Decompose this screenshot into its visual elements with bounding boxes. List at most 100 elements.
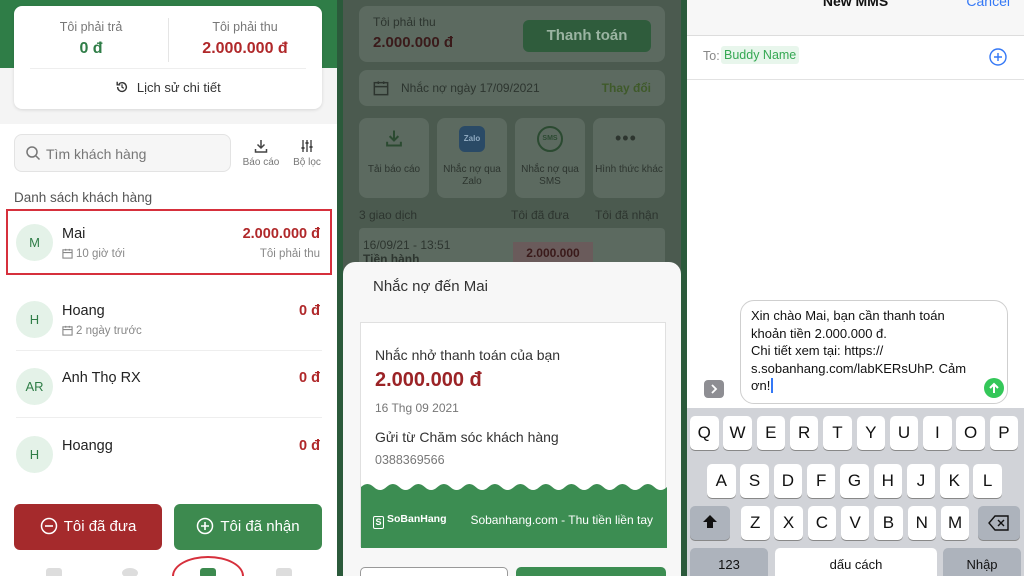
customer-row[interactable]: AR Anh Thọ RX 0 đ — [10, 354, 328, 418]
action-label: Nhắc nợ qua Zalo — [443, 164, 501, 187]
key-d[interactable]: D — [773, 464, 803, 498]
customer-due: 2 ngày trước — [62, 325, 142, 337]
customer-row[interactable]: H Hoang 2 ngày trước 0 đ — [10, 287, 328, 351]
reminder-date-bar: Nhắc nợ ngày 17/09/2021 Thay đổi — [359, 70, 665, 106]
message-input[interactable]: Xin chào Mai, bạn cần thanh toán khoản t… — [740, 300, 1008, 404]
sms-icon: SMS — [537, 126, 563, 152]
backspace-icon — [988, 515, 1009, 531]
key-b[interactable]: B — [874, 506, 903, 540]
primary-button[interactable] — [516, 567, 666, 576]
tab-contacts-icon[interactable] — [122, 568, 138, 576]
highlight-box — [6, 209, 332, 275]
download-report-action[interactable]: Tải báo cáo — [359, 118, 429, 198]
recipient-bar: To: Buddy Name — [687, 36, 1024, 80]
receive-label: Tôi phải thu — [212, 20, 278, 34]
key-m[interactable]: M — [940, 506, 970, 540]
key-u[interactable]: U — [889, 416, 919, 450]
key-c[interactable]: C — [807, 506, 837, 540]
action-label: Hình thức khác — [595, 164, 663, 175]
history-link[interactable]: Lịch sử chi tiết — [14, 80, 322, 95]
zalo-action[interactable]: Zalo Nhắc nợ qua Zalo — [437, 118, 507, 198]
key-f[interactable]: F — [806, 464, 836, 498]
key-w[interactable]: W — [723, 416, 752, 450]
history-label: Lịch sử chi tiết — [136, 80, 221, 95]
key-t[interactable]: T — [823, 416, 852, 450]
key-g[interactable]: G — [840, 464, 869, 498]
reminder-modal: Nhắc nợ đến Mai Nhắc nhở thanh toán của … — [343, 262, 681, 576]
brand-icon: S — [373, 516, 384, 529]
receive-value: 2.000.000 đ — [373, 34, 454, 51]
filter-button[interactable]: Bộ lọc — [286, 138, 328, 168]
key-j[interactable]: J — [906, 464, 936, 498]
tab-settings-icon[interactable] — [276, 568, 292, 576]
key-y[interactable]: Y — [856, 416, 885, 450]
reminder-date: Nhắc nợ ngày 17/09/2021 — [401, 81, 540, 95]
customer-name: Anh Thọ RX — [62, 370, 141, 386]
key-v[interactable]: V — [840, 506, 870, 540]
history-icon — [116, 81, 128, 93]
receive-summary: Tôi phải thu 2.000.000 đ — [168, 20, 322, 58]
key-h[interactable]: H — [873, 464, 902, 498]
key-x[interactable]: X — [774, 506, 803, 540]
shift-key[interactable] — [690, 506, 730, 540]
message-line-last: ơn! — [751, 377, 977, 395]
key-s[interactable]: S — [740, 464, 769, 498]
key-p[interactable]: P — [989, 416, 1019, 450]
key-a[interactable]: A — [707, 464, 736, 498]
key-n[interactable]: N — [907, 506, 936, 540]
receive-value: 2.000.000 đ — [202, 40, 288, 57]
change-link[interactable]: Thay đổi — [602, 81, 651, 95]
other-action[interactable]: ••• Hình thức khác — [593, 118, 665, 198]
report-button[interactable]: Báo cáo — [240, 138, 282, 168]
row-divider — [16, 350, 322, 351]
key-q[interactable]: Q — [690, 416, 719, 450]
delete-key[interactable] — [978, 506, 1020, 540]
customer-row[interactable]: H Hoangg 0 đ — [10, 422, 328, 486]
footer-text: Sobanhang.com - Thu tiền liền tay — [470, 513, 653, 527]
reminder-amount: 2.000.000 đ — [375, 369, 482, 391]
space-key[interactable]: dấu cách — [775, 548, 937, 576]
search-input[interactable]: Tìm khách hàng — [14, 134, 231, 172]
tx-date: 16/09/21 - 13:51 — [363, 238, 451, 252]
col-received: Tôi đã nhận — [595, 208, 659, 222]
pay-button[interactable]: Thanh toán — [523, 20, 651, 52]
search-placeholder: Tìm khách hàng — [46, 146, 147, 162]
avatar: AR — [16, 368, 53, 405]
sms-action[interactable]: SMS Nhắc nợ qua SMS — [515, 118, 585, 198]
sender-phone: 0388369566 — [375, 453, 445, 467]
key-l[interactable]: L — [973, 464, 1002, 498]
expand-apps-button[interactable] — [704, 380, 724, 398]
key-e[interactable]: E — [756, 416, 786, 450]
list-title: Danh sách khách hàng — [14, 190, 153, 205]
recipient-chip[interactable]: Buddy Name — [721, 46, 800, 64]
gave-button[interactable]: Tôi đã đưa — [14, 504, 162, 550]
numbers-key[interactable]: 123 — [690, 548, 768, 576]
return-key[interactable]: Nhập — [943, 548, 1021, 576]
download-icon — [254, 140, 268, 153]
customer-amount: 0 đ — [299, 370, 320, 386]
message-line: ơn! — [751, 378, 771, 393]
row-divider — [16, 417, 322, 418]
key-o[interactable]: O — [956, 416, 985, 450]
key-r[interactable]: R — [789, 416, 819, 450]
key-z[interactable]: Z — [741, 506, 770, 540]
pay-label: Tôi phải trả — [59, 20, 123, 34]
customer-due-text: 2 ngày trước — [76, 325, 142, 337]
key-k[interactable]: K — [940, 464, 969, 498]
send-button[interactable] — [984, 378, 1004, 398]
cancel-button[interactable]: Cancel — [966, 0, 1010, 9]
text-cursor — [771, 378, 773, 393]
add-contact-icon[interactable] — [988, 47, 1008, 67]
message-line: khoản tiền 2.000.000 đ. — [751, 325, 887, 341]
secondary-button[interactable] — [360, 567, 508, 576]
shift-icon — [703, 515, 717, 528]
tab-home-icon[interactable] — [46, 568, 62, 576]
calendar-icon — [62, 325, 73, 336]
customer-name: Hoang — [62, 303, 105, 319]
key-i[interactable]: I — [923, 416, 952, 450]
customer-amount: 0 đ — [299, 303, 320, 319]
message-line: Xin chào Mai, bạn cần thanh toán — [751, 308, 945, 323]
more-icon: ••• — [615, 128, 637, 148]
avatar: H — [16, 436, 53, 473]
received-button[interactable]: Tôi đã nhận — [174, 504, 322, 550]
